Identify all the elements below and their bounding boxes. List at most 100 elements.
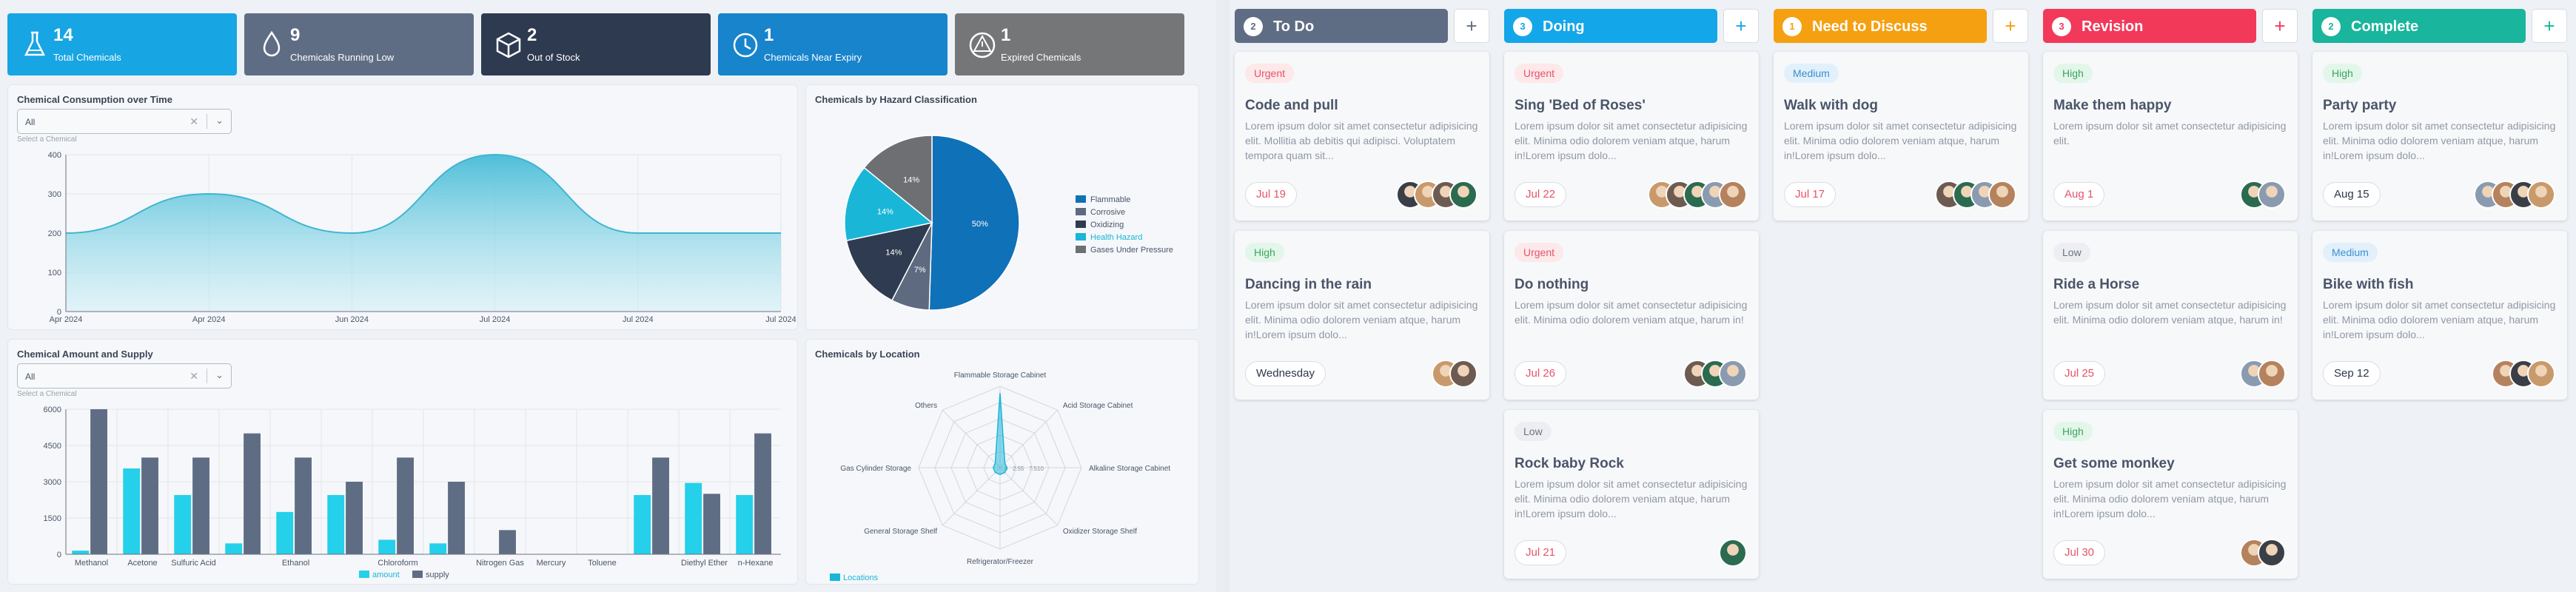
avatar[interactable]	[2527, 360, 2555, 388]
task-card[interactable]: High Make them happy Lorem ipsum dolor sit…	[2043, 52, 2298, 221]
avatar[interactable]	[1449, 181, 1477, 209]
column-title: Doing	[1543, 18, 1585, 35]
divider	[1216, 0, 1230, 592]
legend-swatch	[1076, 195, 1086, 203]
consumption-chemical-select[interactable]: All ✕ ⌄	[17, 109, 232, 134]
legend-label: amount	[372, 571, 400, 579]
avatar[interactable]	[1988, 181, 2016, 209]
task-description: Lorem ipsum dolor sit amet consectetur a…	[2323, 120, 2556, 161]
radar-axis-label: Refrigerator/Freezer	[967, 558, 1034, 566]
clear-icon[interactable]: ✕	[189, 115, 198, 128]
bar	[276, 511, 294, 554]
x-tick-label: Acetone	[127, 559, 157, 568]
select-value: All	[25, 117, 36, 127]
stat-card[interactable]: 9 Chemicals Running Low	[244, 13, 474, 75]
column-header[interactable]: 2 To Do	[1235, 9, 1448, 43]
legend-swatch	[1076, 233, 1086, 240]
due-date: Wednesday	[1245, 361, 1326, 386]
due-date: Jul 30	[2053, 540, 2106, 565]
x-tick-label: n-Hexane	[738, 559, 774, 568]
legend-swatch	[1076, 208, 1086, 215]
clear-icon[interactable]: ✕	[189, 370, 198, 383]
task-card[interactable]: Medium Walk with dog Lorem ipsum dolor sit…	[1774, 52, 2028, 221]
task-description: Lorem ipsum dolor sit amet consectetur a…	[2053, 120, 2287, 147]
flask-icon	[18, 28, 52, 62]
stat-card[interactable]: 1 Chemicals Near Expiry	[718, 13, 947, 75]
bar	[754, 433, 771, 554]
radar-tick: 7.5	[1029, 465, 1038, 472]
y-tick-label: 4500	[44, 442, 61, 451]
task-title: Dancing in the rain	[1245, 277, 1372, 292]
stat-value: 9	[290, 25, 301, 45]
chevron-down-icon[interactable]: ⌄	[215, 115, 224, 127]
y-tick-label: 6000	[44, 406, 61, 414]
avatar-group	[1396, 181, 1479, 210]
slice-label: 50%	[972, 220, 988, 229]
bar	[685, 482, 702, 554]
task-card[interactable]: Urgent Sing 'Bed of Roses' Lorem ipsum dol…	[1504, 52, 1759, 221]
add-card-button[interactable]: +	[1723, 9, 1759, 43]
task-description: Lorem ipsum dolor sit amet consectetur a…	[1784, 120, 2017, 161]
task-card[interactable]: Low Ride a Horse Lorem ipsum dolor sit ame…	[2043, 231, 2298, 400]
stat-card[interactable]: 1 Expired Chemicals	[955, 13, 1184, 75]
column-title: Need to Discuss	[1812, 18, 1928, 35]
avatar[interactable]	[2527, 181, 2555, 209]
chevron-down-icon[interactable]: ⌄	[215, 369, 224, 381]
avatar[interactable]	[1719, 181, 1747, 209]
column-header[interactable]: 1 Need to Discuss	[1774, 9, 1987, 43]
radar-tick: 5	[1021, 465, 1024, 472]
kanban-column: 2 Complete + High Party party Lorem ipsum dol…	[2312, 9, 2567, 586]
stat-value: 1	[764, 25, 774, 45]
column-header[interactable]: 2 Complete	[2312, 9, 2526, 43]
kanban-column: 1 Need to Discuss + Medium Walk with dog Lore…	[1774, 9, 2028, 586]
due-date: Jul 26	[1515, 361, 1567, 386]
chemical-dashboard: 14 Total Chemicals 9 Chemicals Running Low 2…	[0, 0, 1207, 592]
task-card[interactable]: High Get some monkey Lorem ipsum dolor sit…	[2043, 410, 2298, 579]
radar-axis-label: Acid Storage Cabinet	[1063, 402, 1133, 410]
column-title: Revision	[2082, 18, 2144, 35]
stat-card[interactable]: 14 Total Chemicals	[7, 13, 237, 75]
radar-series	[993, 393, 1007, 475]
add-card-button[interactable]: +	[2262, 9, 2298, 43]
task-card[interactable]: Urgent Do nothing Lorem ipsum dolor sit am…	[1504, 231, 1759, 400]
legend-swatch	[412, 571, 423, 578]
stat-card[interactable]: 2 Out of Stock	[481, 13, 711, 75]
column-header[interactable]: 3 Revision	[2043, 9, 2256, 43]
avatar[interactable]	[1719, 539, 1747, 567]
add-card-button[interactable]: +	[1993, 9, 2028, 43]
task-card[interactable]: High Party party Lorem ipsum dolor sit ame…	[2312, 52, 2567, 221]
avatar-group	[1683, 360, 1748, 389]
amount-chemical-select[interactable]: All ✕ ⌄	[17, 363, 232, 388]
avatar[interactable]	[2258, 539, 2286, 567]
bar	[192, 457, 209, 554]
column-header[interactable]: 3 Doing	[1504, 9, 1717, 43]
y-tick-label: 300	[48, 190, 61, 199]
avatar-group	[2240, 539, 2287, 568]
task-description: Lorem ipsum dolor sit amet consectetur a…	[1245, 299, 1478, 340]
task-title: Walk with dog	[1784, 98, 1879, 113]
avatar[interactable]	[1719, 360, 1747, 388]
due-date: Aug 15	[2323, 182, 2381, 207]
avatar[interactable]	[1449, 360, 1477, 388]
avatar-group	[1648, 181, 1748, 210]
task-card[interactable]: Medium Bike with fish Lorem ipsum dolor si…	[2312, 231, 2567, 400]
add-card-button[interactable]: +	[1454, 9, 1489, 43]
bar	[141, 457, 158, 554]
location-panel: Chemicals by Location Flammable Storage …	[805, 339, 1199, 585]
task-card[interactable]: High Dancing in the rain Lorem ipsum dolor…	[1235, 231, 1489, 400]
bar	[72, 551, 90, 554]
avatar-group	[2240, 360, 2287, 389]
bar	[499, 530, 516, 554]
consumption-title: Chemical Consumption over Time	[17, 94, 172, 105]
due-date: Jul 22	[1515, 182, 1567, 207]
task-card[interactable]: Urgent Code and pull Lorem ipsum dolor sit…	[1235, 52, 1489, 221]
x-tick-label: Mercury	[537, 559, 566, 568]
task-card[interactable]: Low Rock baby Rock Lorem ipsum dolor sit a…	[1504, 410, 1759, 579]
y-tick-label: 200	[48, 229, 61, 238]
add-card-button[interactable]: +	[2532, 9, 2567, 43]
radar-axis-label: Gas Cylinder Storage	[840, 465, 911, 473]
avatar[interactable]	[2258, 360, 2286, 388]
avatar[interactable]	[2258, 181, 2286, 209]
x-tick-label: Sulfuric Acid	[171, 559, 216, 568]
location-radar-chart: Flammable Storage Cabinet Acid Storage Ca…	[830, 371, 1170, 582]
